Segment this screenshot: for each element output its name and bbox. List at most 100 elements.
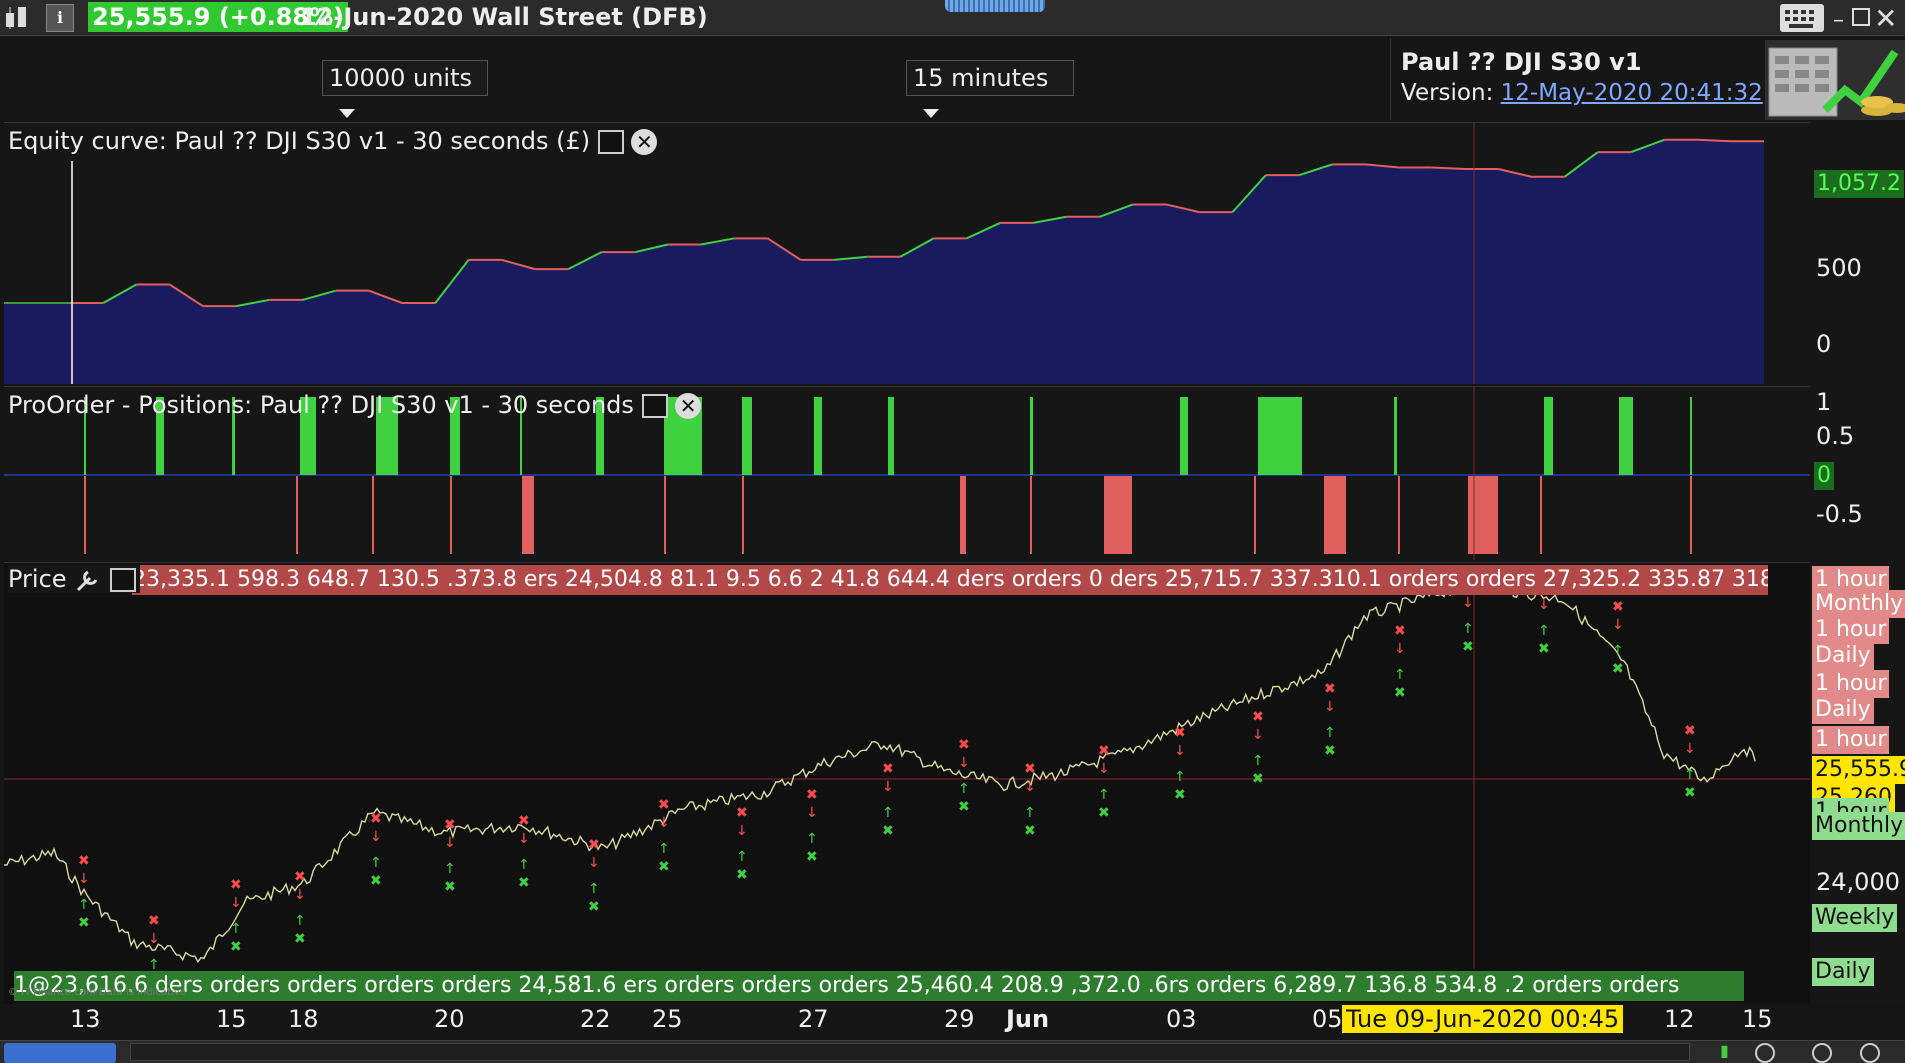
- time-axis-label: Jun: [1006, 1005, 1050, 1033]
- positions-title-row: ProOrder - Positions: Paul ?? DJI S30 v1…: [8, 391, 702, 419]
- positions-axis-label: 0.5: [1816, 422, 1855, 450]
- buy-arrow: ↑: [1462, 621, 1474, 637]
- sell-marker: ✖: [1098, 743, 1110, 759]
- title-bar: i 25,555.9 (+0.88%) 12-Jun-2020 Wall Str…: [0, 0, 1905, 36]
- buy-marker: ✖: [230, 939, 242, 955]
- positions-panel: ProOrder - Positions: Paul ?? DJI S30 v1…: [4, 386, 1810, 560]
- buy-marker: ✖: [1462, 639, 1474, 655]
- equity-panel: Equity curve: Paul ?? DJI S30 v1 - 30 se…: [4, 122, 1810, 384]
- time-axis-label: 15: [216, 1005, 247, 1033]
- buy-arrow: ↑: [1098, 787, 1110, 803]
- buy-marker: ✖: [444, 879, 456, 895]
- price-level-tag: Monthly: [1812, 590, 1905, 618]
- time-axis-label: 05: [1312, 1005, 1343, 1033]
- equity-axis-label: 500: [1816, 254, 1862, 282]
- buy-marker: ✖: [806, 849, 818, 865]
- long-position-bar: [1258, 397, 1302, 475]
- keyboard-icon[interactable]: [1780, 4, 1824, 32]
- long-position-bar: [1180, 397, 1188, 475]
- buy-arrow: ↑: [294, 913, 306, 929]
- sell-marker: ✖: [230, 877, 242, 893]
- time-axis-label: 27: [798, 1005, 829, 1033]
- price-level-tag: 1 hour: [1812, 616, 1890, 644]
- buy-arrow: ↑: [1394, 667, 1406, 683]
- sell-marker: ✖: [882, 761, 894, 777]
- layout-icon[interactable]: [4, 5, 34, 31]
- buy-arrow: ↑: [1174, 769, 1186, 785]
- short-position-bar: [372, 476, 374, 554]
- short-position-bar: [1030, 476, 1032, 554]
- sell-arrow: ↓: [230, 895, 242, 911]
- maximize-icon[interactable]: [641, 394, 668, 418]
- sell-arrow: ↓: [658, 815, 670, 831]
- info-icon[interactable]: i: [46, 4, 74, 32]
- time-axis-label: 18: [288, 1005, 319, 1033]
- time-axis-label: 29: [944, 1005, 975, 1033]
- price-level-tag: 1 hour: [1812, 726, 1890, 754]
- sell-arrow: ↓: [78, 871, 90, 887]
- system-info-box: Paul ?? DJI S30 v1 Version: 12-May-2020 …: [1390, 38, 1765, 120]
- horizontal-scrollbar[interactable]: [130, 1043, 1690, 1061]
- price-level-tag: Daily: [1812, 958, 1874, 986]
- long-position-bar: [1544, 397, 1553, 475]
- buy-marker: ✖: [1538, 641, 1550, 657]
- buy-marker: ✖: [1098, 805, 1110, 821]
- buy-marker: ✖: [736, 867, 748, 883]
- buy-arrow: ↑: [1324, 725, 1336, 741]
- minimize-icon[interactable]: –: [1833, 8, 1849, 33]
- version-link[interactable]: 12-May-2020 20:41:32: [1501, 80, 1763, 106]
- sell-arrow: ↓: [1174, 743, 1186, 759]
- wrench-icon[interactable]: [74, 568, 102, 592]
- sell-marker: ✖: [1174, 725, 1186, 741]
- price-axis: 24,000 1 hour Monthly 1 hour Daily 1 hour Dai…: [1810, 562, 1905, 1004]
- sell-marker: ✖: [1684, 723, 1696, 739]
- timeframe-select[interactable]: 15 minutes: [906, 60, 1074, 118]
- time-axis-label: 03: [1166, 1005, 1197, 1033]
- data-watermark: © IT-Finance.com Data is indicative: [8, 987, 186, 998]
- sell-arrow: ↓: [1462, 595, 1474, 611]
- sell-marker: ✖: [1024, 761, 1036, 777]
- close-icon[interactable]: ✕: [1874, 2, 1897, 35]
- equity-area: [4, 139, 1764, 384]
- positions-axis: 1 0.5 0 -0.5: [1810, 386, 1905, 560]
- zoom-in-icon[interactable]: [1755, 1043, 1775, 1063]
- buy-marker: ✖: [1684, 785, 1696, 801]
- buy-marker: ✖: [518, 875, 530, 891]
- start-button[interactable]: [4, 1043, 116, 1063]
- maximize-icon[interactable]: [597, 130, 624, 154]
- buy-marker: ✖: [882, 823, 894, 839]
- time-axis-label: 25: [652, 1005, 683, 1033]
- zoom-out-icon[interactable]: [1812, 1043, 1832, 1063]
- version-label: Version:: [1401, 80, 1494, 106]
- positions-zero-tag: 0: [1814, 462, 1834, 490]
- long-position-bar: [1690, 397, 1692, 475]
- zoom-reset-icon[interactable]: [1860, 1043, 1880, 1063]
- price-level-tag: 1 hour: [1812, 670, 1890, 698]
- equity-chart: [4, 123, 1764, 384]
- sell-arrow: ↓: [588, 855, 600, 871]
- short-position-bar: [1540, 476, 1542, 554]
- chart-type-icon[interactable]: ▮: [1720, 1041, 1729, 1060]
- sell-arrow: ↓: [958, 755, 970, 771]
- sell-arrow: ↓: [370, 829, 382, 845]
- maximize-icon[interactable]: [109, 568, 136, 592]
- buy-marker: ✖: [588, 899, 600, 915]
- close-icon[interactable]: ✕: [675, 393, 702, 419]
- sell-arrow: ↓: [294, 887, 306, 903]
- sell-arrow: ↓: [1538, 597, 1550, 613]
- restore-icon[interactable]: [1852, 8, 1870, 26]
- buy-arrow: ↑: [1024, 805, 1036, 821]
- sell-arrow: ↓: [1684, 741, 1696, 757]
- buy-arrow: ↑: [230, 921, 242, 937]
- drag-handle[interactable]: [945, 0, 1045, 12]
- price-title-row: Price: [8, 565, 140, 593]
- buy-marker: ✖: [1612, 661, 1624, 677]
- sell-arrow: ↓: [1612, 617, 1624, 633]
- sell-arrow: ↓: [1324, 699, 1336, 715]
- sell-marker: ✖: [78, 853, 90, 869]
- price-level-tag: Daily: [1812, 696, 1874, 724]
- units-select[interactable]: 10000 units: [322, 60, 488, 118]
- chevron-down-icon: [339, 108, 355, 118]
- positions-axis-label: 1: [1816, 388, 1832, 416]
- close-icon[interactable]: ✕: [631, 129, 658, 155]
